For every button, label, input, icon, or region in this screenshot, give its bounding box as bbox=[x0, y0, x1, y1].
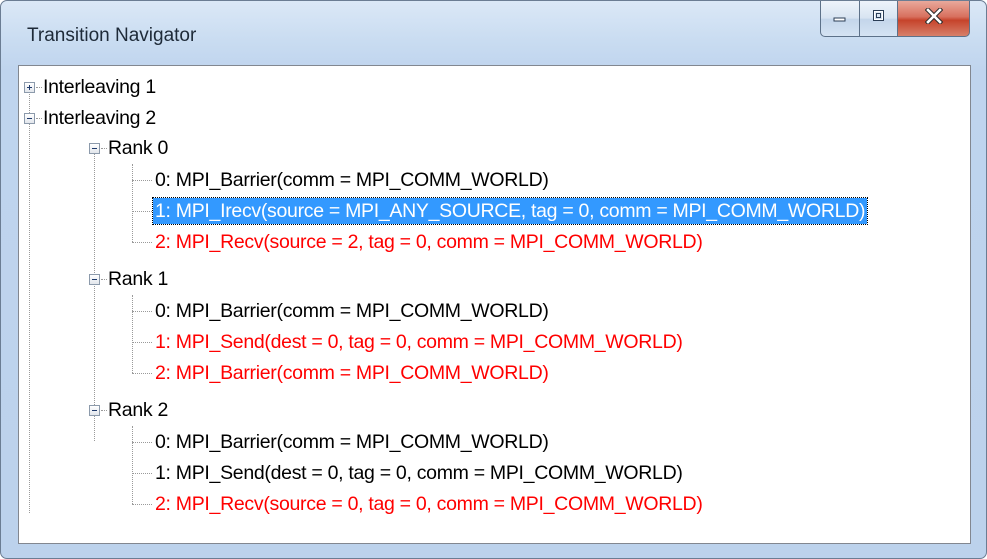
tree-connector bbox=[29, 123, 30, 513]
close-button[interactable] bbox=[898, 1, 970, 37]
transition-item[interactable]: 2: MPI_Recv(source = 2, tag = 0, comm = … bbox=[155, 227, 703, 257]
expand-icon[interactable] bbox=[24, 82, 35, 93]
title-bar[interactable]: Transition Navigator bbox=[1, 1, 986, 63]
tree-connector bbox=[101, 279, 107, 280]
transition-item[interactable]: 1: MPI_Send(dest = 0, tag = 0, comm = MP… bbox=[155, 327, 683, 357]
collapse-icon[interactable] bbox=[89, 143, 100, 154]
tree-connector bbox=[132, 311, 152, 312]
tree-connector bbox=[132, 442, 152, 443]
collapse-icon[interactable] bbox=[89, 405, 100, 416]
close-icon bbox=[924, 6, 943, 29]
tree-connector bbox=[132, 473, 152, 474]
tree-node-interleaving-2[interactable]: Interleaving 2 bbox=[43, 103, 156, 133]
transition-tree: Interleaving 1 Interleaving 2 Rank 0 0: … bbox=[19, 66, 970, 543]
tree-node-rank[interactable]: Rank 0 bbox=[108, 133, 168, 163]
tree-connector bbox=[101, 148, 107, 149]
tree-connector bbox=[101, 410, 107, 411]
tree-connector bbox=[94, 154, 95, 441]
tree-node-rank[interactable]: Rank 1 bbox=[108, 264, 168, 294]
maximize-icon bbox=[872, 9, 886, 28]
tree-connector bbox=[132, 295, 133, 373]
transition-item-selected[interactable]: 1: MPI_Irecv(source = MPI_ANY_SOURCE, ta… bbox=[151, 197, 869, 225]
tree-connector bbox=[132, 426, 133, 504]
tree-connector bbox=[132, 211, 152, 212]
collapse-icon[interactable] bbox=[24, 113, 35, 124]
tree-connector bbox=[132, 180, 152, 181]
tree-connector bbox=[36, 87, 42, 88]
transition-item[interactable]: 0: MPI_Barrier(comm = MPI_COMM_WORLD) bbox=[155, 165, 549, 195]
tree-connector bbox=[29, 92, 30, 113]
collapse-icon[interactable] bbox=[89, 274, 100, 285]
transition-item[interactable]: 2: MPI_Recv(source = 0, tag = 0, comm = … bbox=[155, 489, 703, 519]
transition-item[interactable]: 2: MPI_Barrier(comm = MPI_COMM_WORLD) bbox=[155, 358, 549, 388]
minimize-button[interactable] bbox=[820, 1, 860, 37]
transition-item[interactable]: 0: MPI_Barrier(comm = MPI_COMM_WORLD) bbox=[155, 296, 549, 326]
tree-connector bbox=[132, 242, 152, 243]
tree-connector bbox=[132, 164, 133, 242]
tree-connector bbox=[36, 118, 42, 119]
tree-connector bbox=[132, 373, 152, 374]
window-title: Transition Navigator bbox=[27, 25, 197, 46]
maximize-button[interactable] bbox=[860, 1, 898, 37]
transition-navigator-window: Transition Navigator Interleaving 1 Inte… bbox=[0, 0, 987, 559]
tree-connector bbox=[132, 504, 152, 505]
minimize-icon bbox=[833, 10, 847, 28]
caption-buttons bbox=[820, 1, 970, 37]
tree-node-rank[interactable]: Rank 2 bbox=[108, 395, 168, 425]
tree-node-interleaving-1[interactable]: Interleaving 1 bbox=[43, 72, 156, 102]
tree-connector bbox=[132, 342, 152, 343]
tree-view[interactable]: Interleaving 1 Interleaving 2 Rank 0 0: … bbox=[18, 65, 971, 544]
transition-item[interactable]: 1: MPI_Send(dest = 0, tag = 0, comm = MP… bbox=[155, 458, 683, 488]
transition-item[interactable]: 0: MPI_Barrier(comm = MPI_COMM_WORLD) bbox=[155, 427, 549, 457]
